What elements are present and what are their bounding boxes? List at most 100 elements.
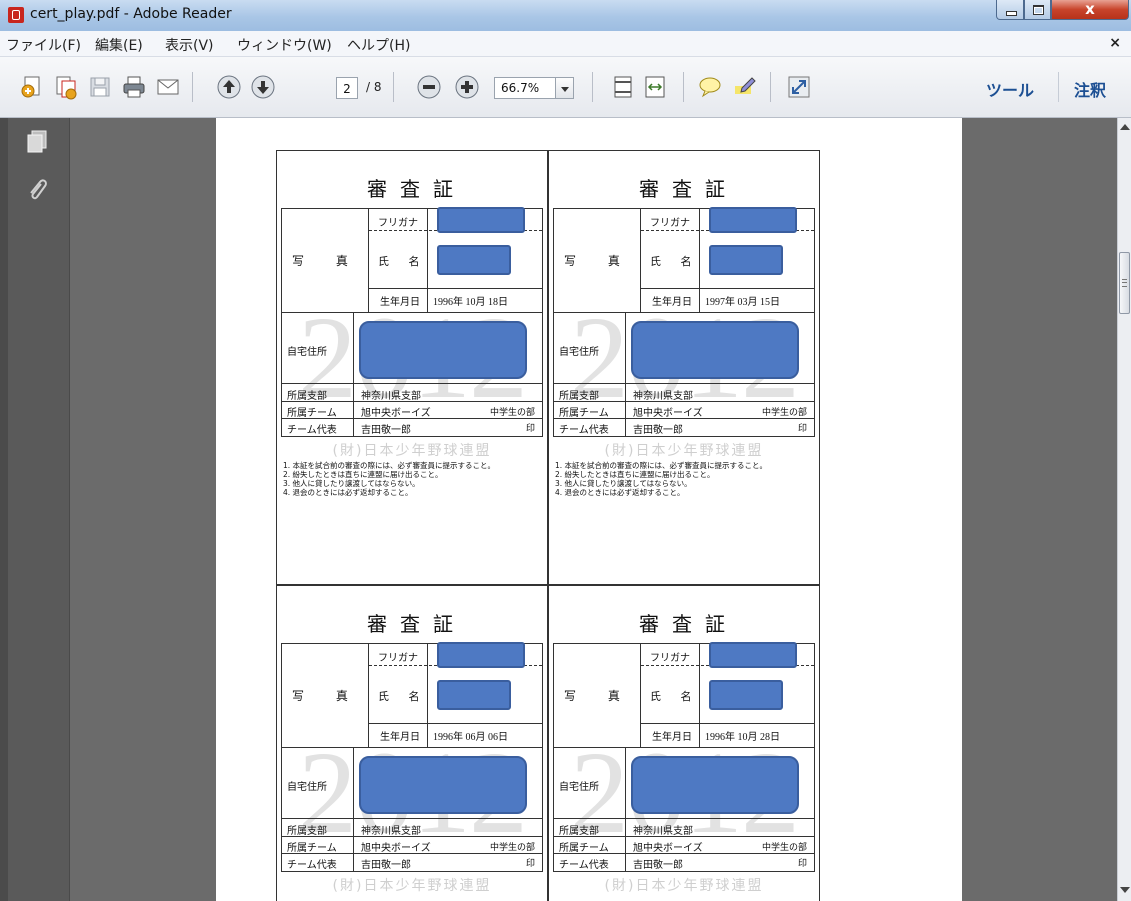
pages-icon[interactable] (26, 130, 48, 158)
page-number-input[interactable]: 2 (336, 77, 358, 99)
divider (427, 723, 428, 747)
fit-page-icon[interactable] (610, 74, 636, 100)
divider (427, 644, 428, 665)
redaction-furigana (709, 207, 797, 233)
create-pdf-icon[interactable] (19, 74, 45, 100)
scrollbar-thumb[interactable] (1119, 252, 1130, 314)
divider (281, 436, 543, 437)
email-icon[interactable] (155, 74, 181, 100)
rep-label: チーム代表 (287, 425, 337, 436)
divider (699, 209, 700, 230)
grade-value: 中学生の部 (761, 843, 807, 853)
rule-note: 4. 退会のときには必ず返却すること。 (283, 488, 413, 497)
certificate-title: 審 査 証 (367, 614, 457, 636)
scroll-up-icon[interactable] (1120, 124, 1130, 130)
save-icon[interactable] (87, 74, 113, 100)
team-value: 旭中央ボーイズ (633, 843, 703, 854)
menu-edit[interactable]: 編集(E) (95, 35, 143, 55)
redaction-address (359, 321, 527, 379)
certificate-card: 2012審 査 証写 真フリガナ氏 名生年月日1996年 06月 06日自宅住所… (276, 585, 548, 901)
certificate-title: 審 査 証 (367, 179, 457, 201)
zoom-in-icon[interactable] (454, 74, 480, 100)
next-page-icon[interactable] (250, 74, 276, 100)
name-label: 氏 名 (650, 255, 700, 268)
grade-value: 中学生の部 (489, 843, 535, 853)
divider (281, 818, 543, 819)
toolbar: 2 / 8 66.7% ツール 注釈 (0, 57, 1131, 118)
menu-view[interactable]: 表示(V) (165, 35, 214, 55)
menu-file[interactable]: ファイル(F) (6, 35, 81, 55)
divider (699, 723, 700, 747)
redaction-name (709, 680, 783, 710)
redaction-furigana (437, 642, 525, 668)
document-viewport[interactable]: 2012審 査 証写 真フリガナ氏 名生年月日1996年 10月 18日自宅住所… (70, 118, 1117, 901)
divider (641, 723, 814, 724)
page-total: / 8 (366, 80, 382, 94)
redaction-furigana (709, 642, 797, 668)
photo-label: 写 真 (292, 689, 362, 703)
menu-window[interactable]: ウィンドウ(W) (237, 35, 332, 55)
seal-mark: 印 (797, 859, 807, 869)
scroll-down-icon[interactable] (1120, 887, 1130, 893)
toolbar-separator (592, 72, 593, 102)
seal-mark: 印 (525, 424, 535, 434)
association-name: (財)日本少年野球連盟 (604, 878, 764, 894)
divider (553, 436, 815, 437)
divider (281, 383, 543, 384)
certificate-title: 審 査 証 (639, 179, 729, 201)
zoom-out-icon[interactable] (416, 74, 442, 100)
rep-value: 吉田敬一郎 (361, 860, 411, 871)
rep-value: 吉田敬一郎 (633, 425, 683, 436)
close-document-icon[interactable]: × (1109, 35, 1121, 51)
zoom-level-input[interactable]: 66.7% (494, 77, 556, 99)
redaction-name (437, 245, 511, 275)
highlight-icon[interactable] (732, 74, 758, 100)
divider (640, 209, 641, 312)
minimize-button[interactable] (996, 0, 1024, 20)
fullscreen-icon[interactable] (786, 74, 812, 100)
close-window-button[interactable]: x (1051, 0, 1129, 20)
team-label: 所属チーム (559, 408, 609, 419)
rule-note: 1. 本証を試合前の審査の際には、必ず審査員に提示すること。 (283, 461, 496, 470)
redaction-address (631, 756, 799, 814)
vertical-scrollbar[interactable] (1117, 118, 1131, 901)
divider (641, 288, 814, 289)
branch-label: 所属支部 (287, 391, 327, 402)
redaction-furigana (437, 207, 525, 233)
toolbar-separator (683, 72, 684, 102)
certificate-card: 2012審 査 証写 真フリガナ氏 名生年月日1996年 10月 28日自宅住所… (548, 585, 820, 901)
combine-icon[interactable] (53, 74, 79, 100)
branch-value: 神奈川県支部 (361, 826, 421, 837)
redaction-name (437, 680, 511, 710)
close-icon: x (1085, 0, 1095, 18)
address-label: 自宅住所 (559, 347, 599, 358)
fit-width-icon[interactable] (642, 74, 668, 100)
photo-label: 写 真 (564, 689, 634, 703)
birth-label: 生年月日 (652, 297, 692, 308)
tools-button[interactable]: ツール (986, 77, 1034, 101)
team-label: 所属チーム (559, 843, 609, 854)
association-name: (財)日本少年野球連盟 (332, 443, 492, 459)
comment-icon[interactable] (697, 74, 723, 100)
birth-label: 生年月日 (652, 732, 692, 743)
grade-value: 中学生の部 (761, 408, 807, 418)
rule-note: 3. 他人に貸したり譲渡してはならない。 (283, 479, 420, 488)
comment-button[interactable]: 注釈 (1074, 77, 1106, 101)
certificate-card: 2012審 査 証写 真フリガナ氏 名生年月日1997年 03月 15日自宅住所… (548, 150, 820, 585)
divider (281, 871, 543, 872)
zoom-dropdown-icon[interactable] (556, 77, 574, 99)
print-icon[interactable] (121, 74, 147, 100)
team-label: 所属チーム (287, 408, 337, 419)
maximize-button[interactable] (1024, 0, 1051, 20)
seal-mark: 印 (525, 859, 535, 869)
attachments-icon[interactable] (26, 178, 48, 208)
prev-page-icon[interactable] (216, 74, 242, 100)
divider (699, 665, 700, 723)
rule-note: 1. 本証を試合前の審査の際には、必ず審査員に提示すること。 (555, 461, 768, 470)
furigana-label: フリガナ (650, 653, 690, 664)
menu-bar: ファイル(F) 編集(E) 表示(V) ウィンドウ(W) ヘルプ(H) × (0, 31, 1131, 57)
divider (369, 723, 542, 724)
name-label: 氏 名 (378, 255, 428, 268)
toolbar-separator (192, 72, 193, 102)
menu-help[interactable]: ヘルプ(H) (347, 35, 410, 55)
